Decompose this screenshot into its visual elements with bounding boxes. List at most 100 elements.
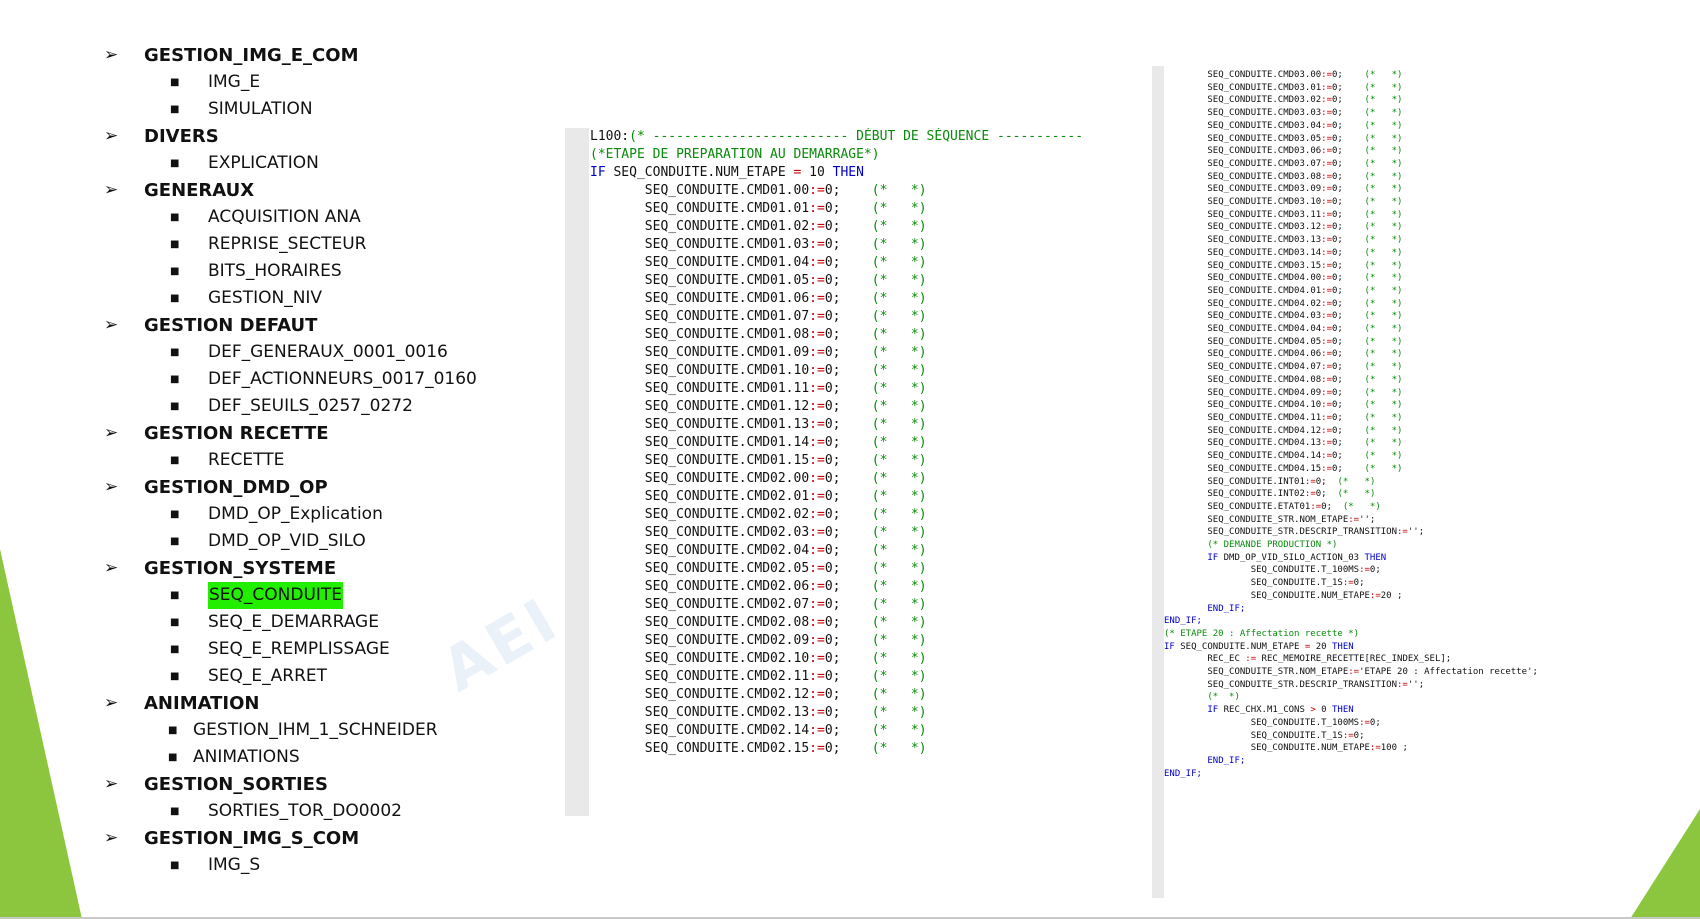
code-line: SEQ_CONDUITE.CMD01.12:=0; (* *) — [590, 398, 1083, 416]
operator: := — [1369, 590, 1381, 601]
outline-item[interactable]: ■ DMD_OP_VID_SILO — [104, 528, 564, 555]
assign-value: 0; — [824, 669, 841, 684]
outline-item[interactable]: ■ SIMULATION — [104, 96, 564, 123]
variable-index: 00 — [1310, 70, 1322, 80]
code-comment: (* *) — [871, 615, 927, 630]
assign-operator: := — [1321, 400, 1332, 411]
outline-section-title: GESTION_IMG_S_COM — [144, 828, 360, 849]
code-line: SEQ_CONDUITE.CMD03.04:=0; (* *) — [1164, 120, 1538, 133]
outline-item[interactable]: ■ IMG_S — [104, 852, 564, 879]
outline-item[interactable]: ■ SEQ_E_DEMARRAGE — [104, 609, 564, 636]
code-token: 20 — [1310, 641, 1332, 652]
variable-index: 05 — [1310, 336, 1322, 347]
assign-value: 0; — [1332, 412, 1343, 423]
outline-section[interactable]: ➢ ANIMATION — [104, 690, 564, 717]
code-comment: (* *) — [1364, 82, 1403, 93]
assign-operator: := — [1321, 146, 1332, 157]
outline-section[interactable]: ➢ GESTION_IMG_S_COM — [104, 825, 564, 852]
code-token: ''; — [1407, 527, 1425, 538]
outline-item[interactable]: ■ SEQ_E_REMPLISSAGE — [104, 636, 564, 663]
assign-value: 0; — [1332, 387, 1343, 398]
variable-index: 05 — [793, 561, 810, 576]
outline-section[interactable]: ➢ GESTION_SYSTEME — [104, 555, 564, 582]
operator: := — [1369, 743, 1381, 754]
code-comment: (* *) — [871, 435, 927, 450]
variable-index: 12 — [1310, 222, 1322, 233]
variable-index: 09 — [1310, 387, 1322, 398]
variable-name: SEQ_CONDUITE.NUM_ETAPE — [613, 165, 786, 180]
outline-item[interactable]: ■ REPRISE_SECTEUR — [104, 231, 564, 258]
variable-index: 14 — [1310, 451, 1322, 462]
code-comment: (* *) — [1364, 133, 1403, 144]
assign-operator: := — [1321, 273, 1332, 284]
outline-section[interactable]: ➢ GESTION DEFAUT — [104, 312, 564, 339]
outline-item[interactable]: ■ RECETTE — [104, 447, 564, 474]
code-line: SEQ_CONDUITE.T_100MS:=0; — [1164, 564, 1538, 577]
outline-item[interactable]: ■ BITS_HORAIRES — [104, 258, 564, 285]
outline-item-label: SEQ_E_DEMARRAGE — [208, 612, 379, 632]
code-comment: (* *) — [1364, 158, 1403, 169]
code-comment: (* *) — [871, 723, 927, 738]
variable-name: SEQ_CONDUITE.CMD04. — [1207, 362, 1311, 373]
outline-section[interactable]: ➢ GESTION RECETTE — [104, 420, 564, 447]
assign-value: 0; — [824, 633, 841, 648]
outline-item[interactable]: ■ GESTION_IHM_1_SCHNEIDER — [104, 717, 564, 744]
code-line: SEQ_CONDUITE.CMD01.06:=0; (* *) — [590, 290, 1083, 308]
outline-item[interactable]: ■ IMG_E — [104, 69, 564, 96]
variable-name: SEQ_CONDUITE.CMD01. — [644, 345, 794, 360]
outline-item[interactable]: ■ GESTION_NIV — [104, 285, 564, 312]
outline-item[interactable]: ■ ANIMATIONS — [104, 744, 564, 771]
assign-value: 0; — [824, 453, 841, 468]
outline-item[interactable]: ■ EXPLICATION — [104, 150, 564, 177]
outline-item-label: BITS_HORAIRES — [208, 261, 342, 281]
variable-name: SEQ_CONDUITE.CMD01. — [644, 327, 794, 342]
code-line: SEQ_CONDUITE_STR.NOM_ETAPE:='ETAPE 20 : … — [1164, 666, 1538, 679]
assign-value: 0; — [1332, 222, 1343, 233]
variable-name: SEQ_CONDUITE.CMD04. — [1207, 400, 1311, 411]
literal: 10 — [809, 165, 825, 180]
outline-section[interactable]: ➢ GESTION_SORTIES — [104, 771, 564, 798]
square-bullet-icon: ■ — [170, 239, 180, 250]
section-outline: ➢ GESTION_IMG_E_COM ■ IMG_E ■ SIMULATION ➢ DIVE… — [104, 42, 564, 879]
code-comment: (* *) — [871, 327, 927, 342]
outline-item[interactable]: ■ DEF_SEUILS_0257_0272 — [104, 393, 564, 420]
code-comment: (* *) — [1364, 324, 1403, 335]
assign-operator: := — [809, 615, 825, 630]
variable-name: SEQ_CONDUITE.CMD02. — [644, 471, 794, 486]
outline-item[interactable]: ■ SEQ_CONDUITE — [104, 582, 564, 609]
outline-item-label: GESTION_NIV — [208, 288, 323, 308]
assign-value: 0; — [1332, 425, 1343, 436]
assign-value: 0; — [1332, 197, 1343, 208]
code-comment: (* *) — [871, 219, 927, 234]
assign-value: 0; — [1332, 463, 1343, 474]
outline-item[interactable]: ■ DMD_OP_Explication — [104, 501, 564, 528]
code-comment: (* *) — [1364, 70, 1403, 80]
code-line: SEQ_CONDUITE.CMD03.10:=0; (* *) — [1164, 196, 1538, 209]
variable-index: 10 — [1310, 400, 1322, 411]
outline-item-label: ACQUISITION ANA — [208, 207, 361, 227]
variable-name: SEQ_CONDUITE.CMD01. — [644, 435, 794, 450]
outline-section[interactable]: ➢ DIVERS — [104, 123, 564, 150]
outline-item[interactable]: ■ ACQUISITION ANA — [104, 204, 564, 231]
assign-value: 0; — [1332, 133, 1343, 144]
outline-section[interactable]: ➢ GESTION_IMG_E_COM — [104, 42, 564, 69]
variable-index: 00 — [793, 183, 810, 198]
outline-item[interactable]: ■ DEF_GENERAUX_0001_0016 — [104, 339, 564, 366]
outline-item[interactable]: ■ SORTIES_TOR_DO0002 — [104, 798, 564, 825]
outline-item[interactable]: ■ DEF_ACTIONNEURS_0017_0160 — [104, 366, 564, 393]
outline-item[interactable]: ■ SEQ_E_ARRET — [104, 663, 564, 690]
assign-operator: := — [809, 309, 825, 324]
code-token: SEQ_CONDUITE.T_100MS — [1250, 717, 1360, 728]
code-token: REC_CHX.M1_CONS — [1218, 705, 1311, 716]
assign-operator: := — [1321, 70, 1332, 80]
code-comment: (* ------------------------- DÉBUT DE SÉ… — [629, 129, 1084, 144]
assign-value: 0; — [1332, 400, 1343, 411]
outline-section[interactable]: ➢ GESTION_DMD_OP — [104, 474, 564, 501]
code-line: SEQ_CONDUITE.CMD02.04:=0; (* *) — [590, 542, 1083, 560]
assign-value: 0; — [824, 525, 841, 540]
variable-name: SEQ_CONDUITE.CMD02. — [644, 489, 794, 504]
code-line: SEQ_CONDUITE.CMD02.11:=0; (* *) — [590, 668, 1083, 686]
code-token: 'ETAPE 20 : Affectation recette'; — [1359, 667, 1538, 678]
outline-item-label: DEF_SEUILS_0257_0272 — [208, 396, 413, 416]
outline-section[interactable]: ➢ GENERAUX — [104, 177, 564, 204]
